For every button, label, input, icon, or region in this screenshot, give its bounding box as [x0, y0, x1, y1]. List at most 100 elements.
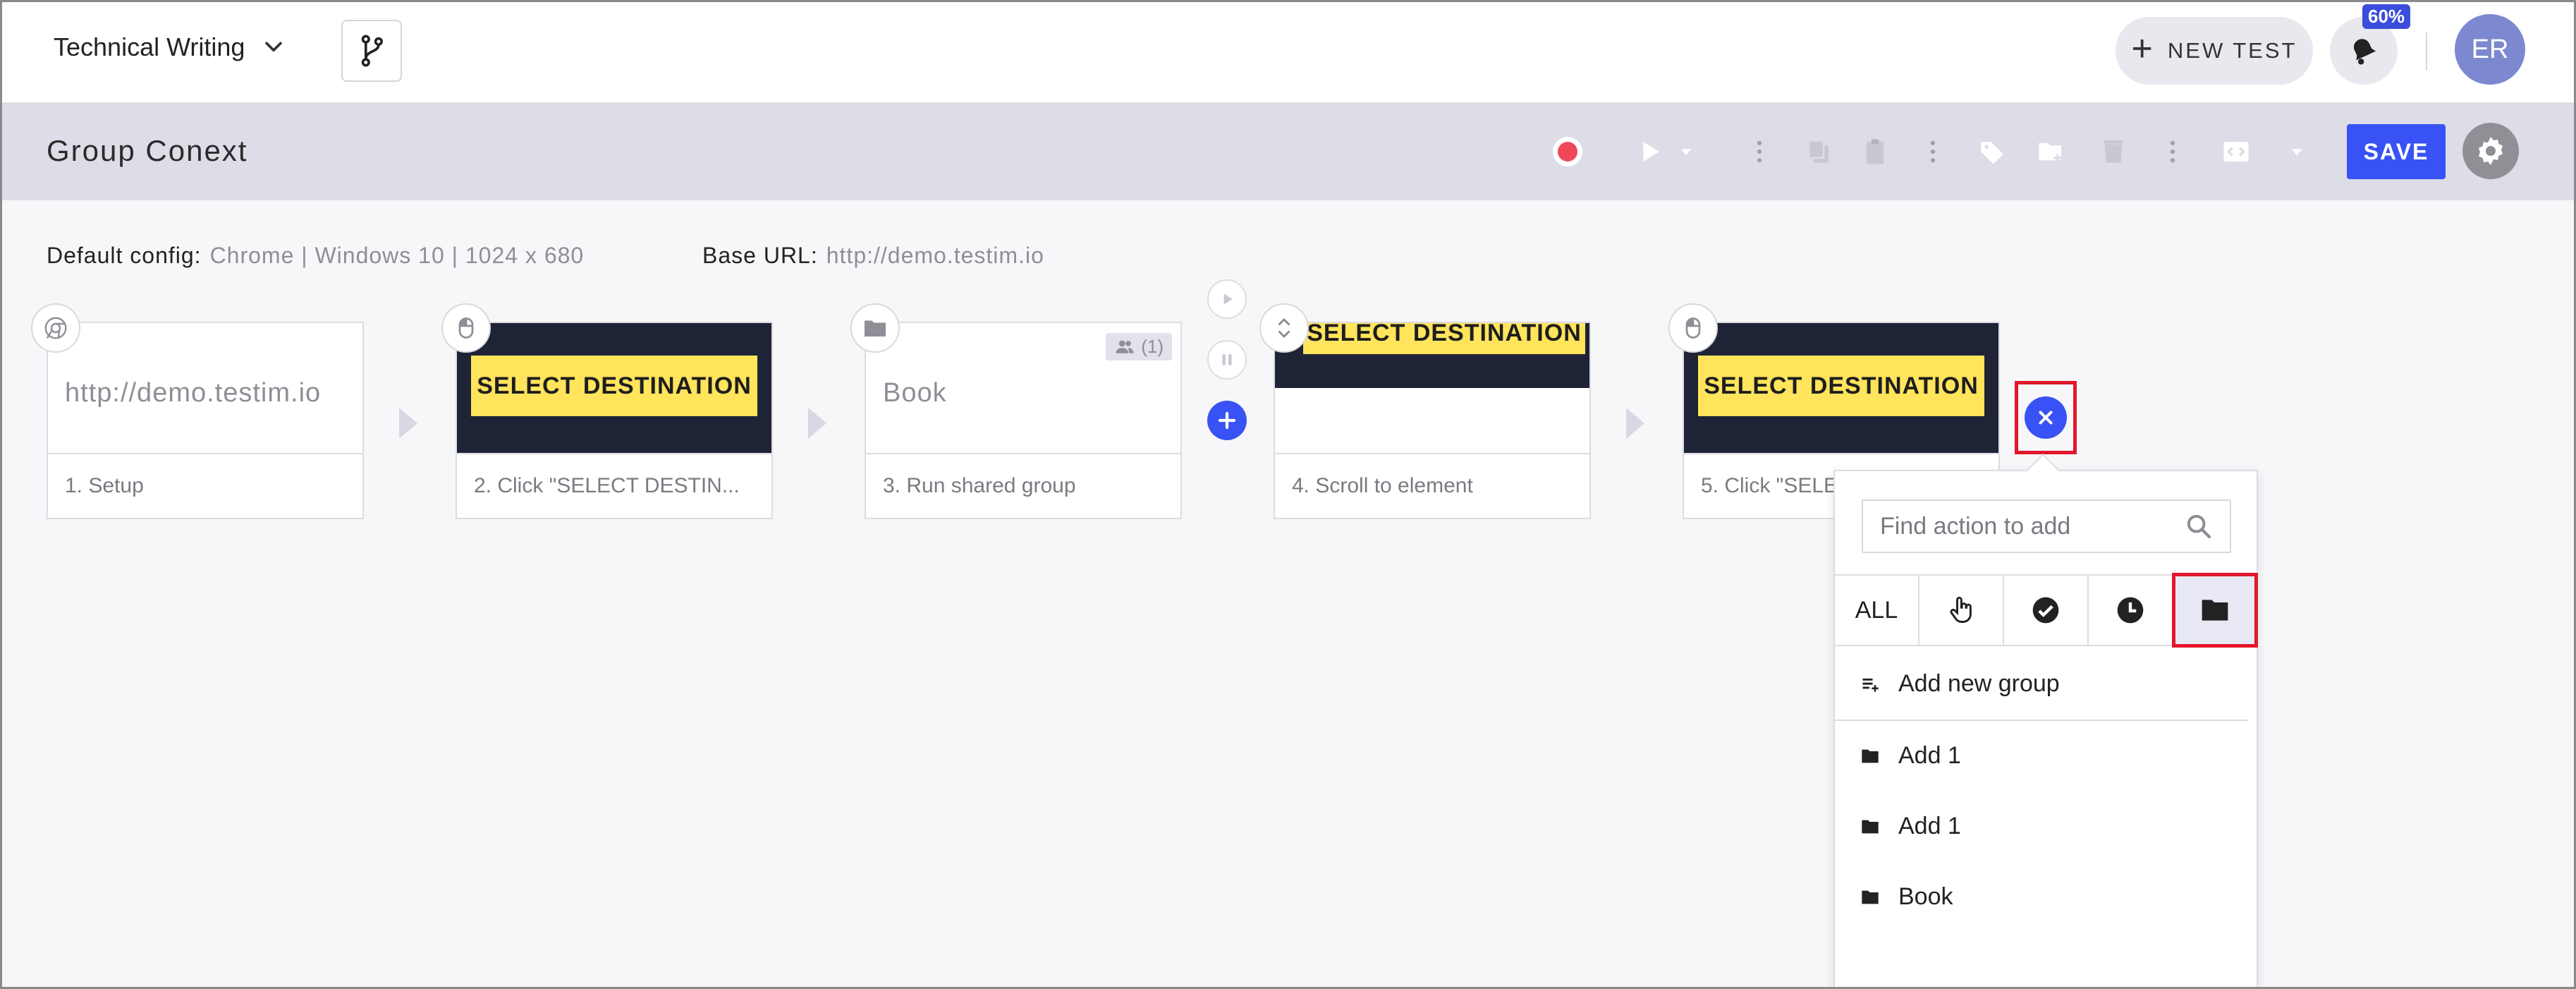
- gear-icon: [2479, 137, 2503, 165]
- action-search-input[interactable]: [1880, 512, 2185, 540]
- settings-button[interactable]: [2462, 123, 2519, 179]
- hand-pointer-icon: [1950, 597, 1972, 623]
- caret-down-icon: [1680, 149, 1692, 155]
- divider: [1835, 720, 2248, 721]
- pause-icon: [1222, 354, 1232, 365]
- top-bar: Technical Writing + NEW TEST 60% ER: [0, 0, 2576, 103]
- divider: [2426, 32, 2427, 71]
- folder-icon: [1862, 890, 1879, 904]
- more-menu-button-2[interactable]: [1915, 134, 1951, 169]
- base-url-value[interactable]: http://demo.testim.io: [826, 243, 1044, 268]
- delete-button[interactable]: [2096, 134, 2131, 169]
- step-card-3[interactable]: Book (1) 3. Run shared group: [865, 322, 1182, 519]
- base-url-label: Base URL:: [702, 243, 818, 268]
- add-new-group-label: Add new group: [1898, 670, 2060, 697]
- step-card-2[interactable]: SELECT DESTINATION 2. Click "SELECT DEST…: [456, 322, 773, 519]
- trash-icon: [2104, 140, 2123, 163]
- step-1-type: [31, 303, 80, 353]
- test-toolbar: Group Conext SAVE: [0, 103, 2576, 200]
- notification-badge: 60%: [2362, 4, 2411, 29]
- project-selector[interactable]: Technical Writing: [54, 32, 286, 62]
- filter-all-label: ALL: [1855, 596, 1898, 624]
- mouse-icon: [458, 317, 474, 339]
- shared-count-badge: (1): [1106, 333, 1172, 360]
- add-new-group-item[interactable]: Add new group: [1860, 670, 2060, 698]
- group-item-label: Add 1: [1898, 813, 1961, 839]
- project-name: Technical Writing: [54, 32, 245, 61]
- folder-plus-icon: [2039, 142, 2061, 162]
- step-thumb-text: SELECT DESTINATION: [1698, 356, 1984, 416]
- add-step-button[interactable]: [1207, 401, 1247, 440]
- close-icon: [2039, 411, 2053, 425]
- vertical-dots-icon: [1757, 140, 1762, 163]
- step-card-4[interactable]: SELECT DESTINATION 4. Scroll to element: [1274, 322, 1591, 519]
- people-icon: [1116, 340, 1134, 353]
- record-button[interactable]: [1553, 137, 1582, 166]
- default-config-value[interactable]: Chrome | Windows 10 | 1024 x 680: [210, 243, 585, 268]
- filter-groups[interactable]: [2172, 573, 2258, 648]
- play-options-dropdown[interactable]: [1675, 134, 1697, 169]
- plus-icon: [1218, 411, 1236, 430]
- step-3-type: [850, 303, 900, 353]
- branch-icon: [361, 35, 383, 67]
- more-menu-button-3[interactable]: [2155, 134, 2190, 169]
- paste-button[interactable]: [1857, 134, 1893, 169]
- vertical-dots-icon: [2170, 140, 2175, 163]
- bell-icon: [2353, 39, 2376, 65]
- step-thumbnail: http://demo.testim.io: [48, 323, 362, 454]
- branch-button[interactable]: [341, 20, 402, 82]
- play-icon: [1643, 142, 1659, 162]
- save-button[interactable]: SAVE: [2347, 124, 2446, 179]
- step-2-type: [441, 303, 491, 353]
- label-button[interactable]: [1974, 134, 2010, 169]
- play-button[interactable]: [1632, 134, 1667, 169]
- group-item-label: Book: [1898, 883, 1953, 910]
- close-add-action-button[interactable]: [2025, 396, 2067, 439]
- clipboard-icon: [1866, 139, 1884, 164]
- group-item[interactable]: Add 1: [1860, 742, 1961, 770]
- copy-button[interactable]: [1801, 134, 1836, 169]
- chrome-icon: [44, 317, 67, 339]
- filter-all[interactable]: ALL: [1835, 576, 1919, 645]
- folder-icon: [865, 320, 886, 336]
- default-config: Default config: Chrome | Windows 10 | 102…: [47, 243, 584, 269]
- group-item[interactable]: Add 1: [1860, 813, 1961, 840]
- mouse-icon: [1685, 317, 1701, 339]
- avatar[interactable]: ER: [2455, 14, 2525, 85]
- group-item[interactable]: Book: [1860, 883, 1953, 911]
- step-thumb-text: SELECT DESTINATION: [471, 356, 757, 416]
- filter-validations[interactable]: [2004, 576, 2089, 645]
- code-button[interactable]: [2218, 134, 2254, 169]
- caret-down-icon: [2291, 149, 2302, 155]
- clock-icon: [2117, 597, 2144, 624]
- more-menu-button[interactable]: [1742, 134, 1777, 169]
- step-card-1[interactable]: http://demo.testim.io 1. Setup: [47, 322, 364, 519]
- step-thumb-text: SELECT DESTINATION: [1303, 323, 1585, 354]
- shared-count: (1): [1141, 336, 1164, 357]
- play-from-here-button[interactable]: [1207, 279, 1247, 319]
- step-label: 3. Run shared group: [883, 474, 1076, 497]
- code-options-dropdown[interactable]: [2286, 134, 2307, 169]
- default-config-label: Default config:: [47, 243, 202, 268]
- plus-icon: +: [2131, 28, 2155, 69]
- new-test-button[interactable]: + NEW TEST: [2116, 17, 2313, 85]
- step-thumbnail: SELECT DESTINATION: [1684, 323, 1998, 454]
- pause-button[interactable]: [1207, 340, 1247, 380]
- step-arrow: [808, 408, 826, 439]
- tag-icon: [1981, 142, 2003, 164]
- step-label: 4. Scroll to element: [1292, 474, 1473, 497]
- play-icon: [1223, 293, 1233, 305]
- step-5-type: [1668, 303, 1718, 353]
- filter-waits[interactable]: [2089, 576, 2173, 645]
- step-thumb-text: http://demo.testim.io: [65, 378, 322, 408]
- filter-actions[interactable]: [1919, 576, 2004, 645]
- close-add-action-highlight: [2015, 381, 2077, 454]
- step-thumbnail: SELECT DESTINATION: [457, 323, 771, 454]
- step-label: 1. Setup: [65, 474, 144, 497]
- step-thumb-text: Book: [883, 378, 947, 408]
- copy-icon: [1807, 139, 1829, 163]
- test-title[interactable]: Group Conext: [47, 134, 248, 168]
- step-thumbnail: SELECT DESTINATION: [1275, 323, 1589, 454]
- step-arrow: [1626, 408, 1644, 439]
- add-to-group-button[interactable]: [2034, 134, 2069, 169]
